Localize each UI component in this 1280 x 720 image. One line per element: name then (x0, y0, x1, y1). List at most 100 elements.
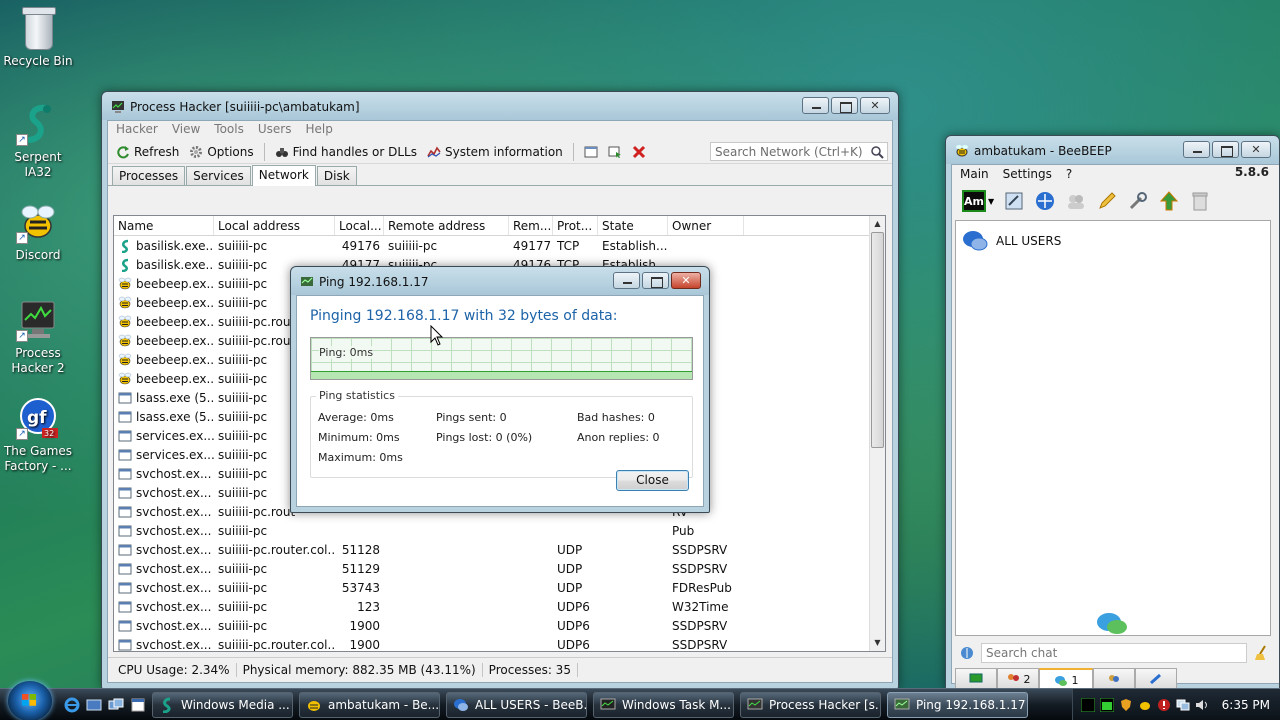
minimize-button[interactable] (802, 97, 829, 114)
search-chat-input[interactable]: Search chat (981, 643, 1247, 663)
switch-windows-icon[interactable] (108, 697, 124, 713)
process-name: svchost.ex... (136, 637, 212, 652)
table-row[interactable]: svchost.ex... suiiiii-pc 1900 UDP6 SSDPSRV (114, 616, 885, 635)
column-header-owner[interactable]: Owner (668, 216, 744, 235)
memory-graph-icon[interactable] (1099, 697, 1114, 712)
desktop-icon-process-hacker[interactable]: ↗ Process Hacker 2 (0, 298, 76, 376)
tab-users[interactable]: 2 (997, 668, 1039, 690)
menu-tools[interactable]: Tools (214, 122, 244, 139)
tab-processes[interactable]: Processes (112, 166, 186, 185)
scroll-down-arrow-icon[interactable]: ▼ (870, 635, 885, 651)
refresh-button[interactable]: Refresh (112, 143, 183, 161)
table-row[interactable]: svchost.ex... suiiiii-pc Pub (114, 521, 885, 540)
network-icon[interactable] (1034, 190, 1056, 212)
shield-icon[interactable] (1119, 698, 1133, 712)
vertical-scrollbar[interactable]: ▲ ▼ (869, 216, 885, 651)
find-window-button[interactable] (604, 143, 626, 161)
maximize-button[interactable] (1212, 141, 1239, 158)
tab-messages[interactable] (955, 668, 997, 690)
maximize-button[interactable] (642, 272, 669, 289)
column-header-state[interactable]: State (598, 216, 668, 235)
table-row[interactable]: svchost.ex... suiiiii-pc.router.col... 511… (114, 540, 885, 559)
close-dialog-button[interactable]: Close (616, 470, 689, 491)
titlebar[interactable]: Ping 192.168.1.17 (291, 267, 709, 297)
tools-icon[interactable] (1127, 190, 1149, 212)
bee-icon[interactable] (1138, 698, 1152, 712)
quick-launch (64, 697, 146, 713)
desktop-icon-games-factory[interactable]: gf 32 ↗ The Games Factory - ... (0, 396, 76, 474)
status-button[interactable]: Am (962, 190, 986, 212)
search-network-input[interactable]: Search Network (Ctrl+K) (710, 142, 888, 161)
find-window-kill-button[interactable] (628, 143, 650, 161)
desktop-icon-serpent[interactable]: ↗ Serpent IA32 (0, 102, 76, 180)
minimize-button[interactable] (613, 272, 640, 289)
column-header-local-address[interactable]: Local address (214, 216, 335, 235)
clock[interactable]: 6:35 PM (1222, 698, 1270, 712)
system-information-button[interactable]: System information (423, 143, 567, 161)
table-row[interactable]: svchost.ex... suiiiii-pc.router.col... 190… (114, 635, 885, 652)
menu-settings[interactable]: Settings (1003, 167, 1052, 183)
chevron-down-icon[interactable]: ▼ (988, 197, 994, 206)
titlebar[interactable]: ambatukam - BeeBEEP (946, 136, 1279, 166)
desktop-icon-discord[interactable]: ↗ Discord (0, 200, 76, 263)
table-row[interactable]: svchost.ex... suiiiii-pc 51129 UDP SSDPSRV (114, 559, 885, 578)
show-desktop-icon[interactable] (86, 697, 102, 713)
taskbar-item-beebeep[interactable]: ambatukam - Be... (299, 691, 440, 718)
upload-icon[interactable] (1158, 190, 1180, 212)
tab-network[interactable]: Network (251, 165, 316, 186)
tab-disk[interactable]: Disk (316, 166, 357, 185)
volume-icon[interactable] (1195, 698, 1209, 712)
trash-icon[interactable] (1189, 190, 1211, 212)
tab-services[interactable]: Services (186, 166, 251, 185)
minimize-button[interactable] (1183, 141, 1210, 158)
menu-main[interactable]: Main (960, 167, 989, 183)
column-header-remote-port[interactable]: Rem... (509, 216, 553, 235)
network-status-icon[interactable] (1176, 698, 1190, 712)
taskbar-item-windows-media[interactable]: Windows Media ... (152, 691, 293, 718)
close-button[interactable] (671, 272, 701, 289)
titlebar[interactable]: Process Hacker [suiiiii-pc\ambatukam] (102, 92, 898, 122)
window-button[interactable] (580, 143, 602, 161)
group-icon[interactable] (1065, 190, 1087, 212)
menu-hacker[interactable]: Hacker (116, 122, 158, 139)
menu-help[interactable]: Help (305, 122, 332, 139)
menu-help[interactable]: ? (1066, 167, 1072, 183)
tab-groups[interactable] (1093, 668, 1135, 690)
taskbar-item-process-hacker[interactable]: Process Hacker [s... (740, 691, 881, 718)
window-icon[interactable] (130, 697, 146, 713)
search-icon[interactable] (870, 145, 884, 159)
options-button[interactable]: Options (185, 143, 257, 161)
column-header-name[interactable]: Name (114, 216, 214, 235)
column-header-local-port[interactable]: Local... (335, 216, 384, 235)
start-button[interactable] (8, 680, 52, 720)
options-label: Options (207, 144, 254, 159)
security-alert-icon[interactable] (1157, 698, 1171, 712)
table-row[interactable]: basilisk.exe... suiiiii-pc 49176 suiiiii-pc… (114, 236, 885, 255)
column-header-remote-address[interactable]: Remote address (384, 216, 509, 235)
menu-users[interactable]: Users (258, 122, 292, 139)
clear-broom-icon[interactable] (1253, 644, 1271, 662)
edit-profile-icon[interactable] (1003, 190, 1025, 212)
internet-explorer-icon[interactable] (64, 697, 80, 713)
maximize-button[interactable] (831, 97, 858, 114)
tab-shares[interactable] (1135, 668, 1177, 690)
find-handles-button[interactable]: Find handles or DLLs (271, 143, 421, 161)
table-row[interactable]: svchost.ex... suiiiii-pc 123 UDP6 W32Time (114, 597, 885, 616)
taskbar-item-ping[interactable]: Ping 192.168.1.17 (887, 691, 1028, 718)
process-icon (118, 430, 132, 441)
all-users-item[interactable]: ALL USERS (962, 229, 1061, 253)
pencil-icon[interactable] (1096, 190, 1118, 212)
scrollbar-thumb[interactable] (871, 232, 884, 448)
scroll-up-arrow-icon[interactable]: ▲ (870, 216, 885, 232)
close-button[interactable] (1241, 141, 1271, 158)
menu-view[interactable]: View (172, 122, 200, 139)
desktop-icon-recycle-bin[interactable]: Recycle Bin (0, 4, 76, 69)
taskbar-item-task-manager[interactable]: Windows Task M... (593, 691, 734, 718)
column-header-protocol[interactable]: Prot... (553, 216, 598, 235)
table-row[interactable]: svchost.ex... suiiiii-pc 53743 UDP FDResPub (114, 578, 885, 597)
find-handles-label: Find handles or DLLs (292, 144, 417, 159)
taskbar-item-all-users[interactable]: ALL USERS - BeeB... (446, 691, 587, 718)
close-button[interactable] (860, 97, 890, 114)
cpu-graph-icon[interactable] (1080, 697, 1095, 712)
pings-lost-stat: Pings lost: 0 (0%) (436, 431, 533, 444)
